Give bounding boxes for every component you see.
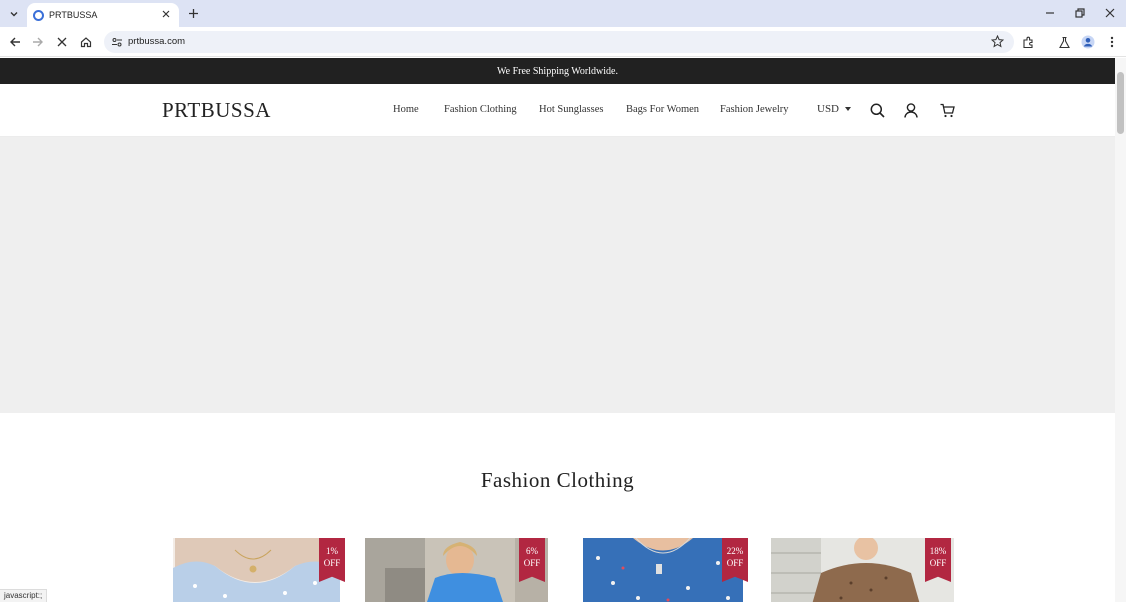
forward-arrow-icon[interactable] <box>30 34 46 50</box>
discount-badge: 22% OFF <box>722 538 748 582</box>
browser-tab-title: PRTBUSSA <box>49 10 98 20</box>
currency-selector[interactable]: USD <box>817 103 852 115</box>
nav-hot-sunglasses[interactable]: Hot Sunglasses <box>539 104 603 115</box>
product-card[interactable]: 6% OFF <box>365 538 548 602</box>
back-arrow-icon[interactable] <box>7 34 23 50</box>
browser-toolbar: prtbussa.com <box>0 27 1126 57</box>
discount-badge: 1% OFF <box>319 538 345 582</box>
site-info-icon[interactable] <box>111 35 123 53</box>
product-card[interactable]: 18% OFF <box>771 538 954 602</box>
discount-badge: 18% OFF <box>925 538 951 582</box>
section-title: Fashion Clothing <box>480 468 635 492</box>
account-user-icon[interactable] <box>903 102 919 118</box>
page-viewport: We Free Shipping Worldwide. PRTBUSSA Hom… <box>0 58 1115 602</box>
status-bar-link-preview: javascript:; <box>0 589 48 602</box>
nav-home[interactable]: Home <box>393 104 419 115</box>
caret-down-icon <box>845 107 852 111</box>
announcement-bar: We Free Shipping Worldwide. <box>0 58 1115 84</box>
discount-badge: 6% OFF <box>519 538 545 582</box>
site-logo[interactable]: PRTBUSSA <box>162 98 271 123</box>
extensions-puzzle-icon[interactable] <box>1020 34 1036 50</box>
hero-banner-placeholder[interactable] <box>0 137 1115 413</box>
new-tab-icon[interactable] <box>185 5 201 21</box>
close-window-icon[interactable] <box>1102 5 1118 21</box>
minimize-window-icon[interactable] <box>1042 5 1058 21</box>
search-icon[interactable] <box>869 102 885 118</box>
scrollbar-thumb[interactable] <box>1117 72 1124 134</box>
tab-search-chevron-icon[interactable] <box>6 6 22 22</box>
labs-flask-icon[interactable] <box>1056 34 1072 50</box>
home-icon[interactable] <box>78 34 94 50</box>
page-scrollbar[interactable] <box>1115 58 1126 602</box>
announcement-text: We Free Shipping Worldwide. <box>497 65 618 77</box>
browser-tab[interactable]: PRTBUSSA <box>27 3 179 27</box>
stop-loading-icon[interactable] <box>54 34 70 50</box>
url-text: prtbussa.com <box>128 36 186 47</box>
browser-menu-icon[interactable] <box>1104 34 1120 50</box>
profile-avatar-icon[interactable] <box>1080 34 1096 50</box>
browser-tab-strip: PRTBUSSA <box>0 0 1126 27</box>
nav-fashion-jewelry[interactable]: Fashion Jewelry <box>720 104 789 115</box>
restore-window-icon[interactable] <box>1072 5 1088 21</box>
site-favicon-icon <box>33 9 44 21</box>
currency-value: USD <box>817 103 840 115</box>
site-header: PRTBUSSA Home Fashion Clothing Hot Sungl… <box>0 84 1115 137</box>
nav-fashion-clothing[interactable]: Fashion Clothing <box>444 104 517 115</box>
product-card[interactable]: 22% OFF <box>568 538 751 602</box>
close-tab-icon[interactable] <box>159 7 173 21</box>
address-bar[interactable]: prtbussa.com <box>104 31 1014 53</box>
bookmark-star-icon[interactable] <box>990 34 1005 53</box>
product-card[interactable]: 1% OFF <box>165 538 348 602</box>
shopping-cart-icon[interactable] <box>939 102 955 118</box>
nav-bags-for-women[interactable]: Bags For Women <box>626 104 699 115</box>
